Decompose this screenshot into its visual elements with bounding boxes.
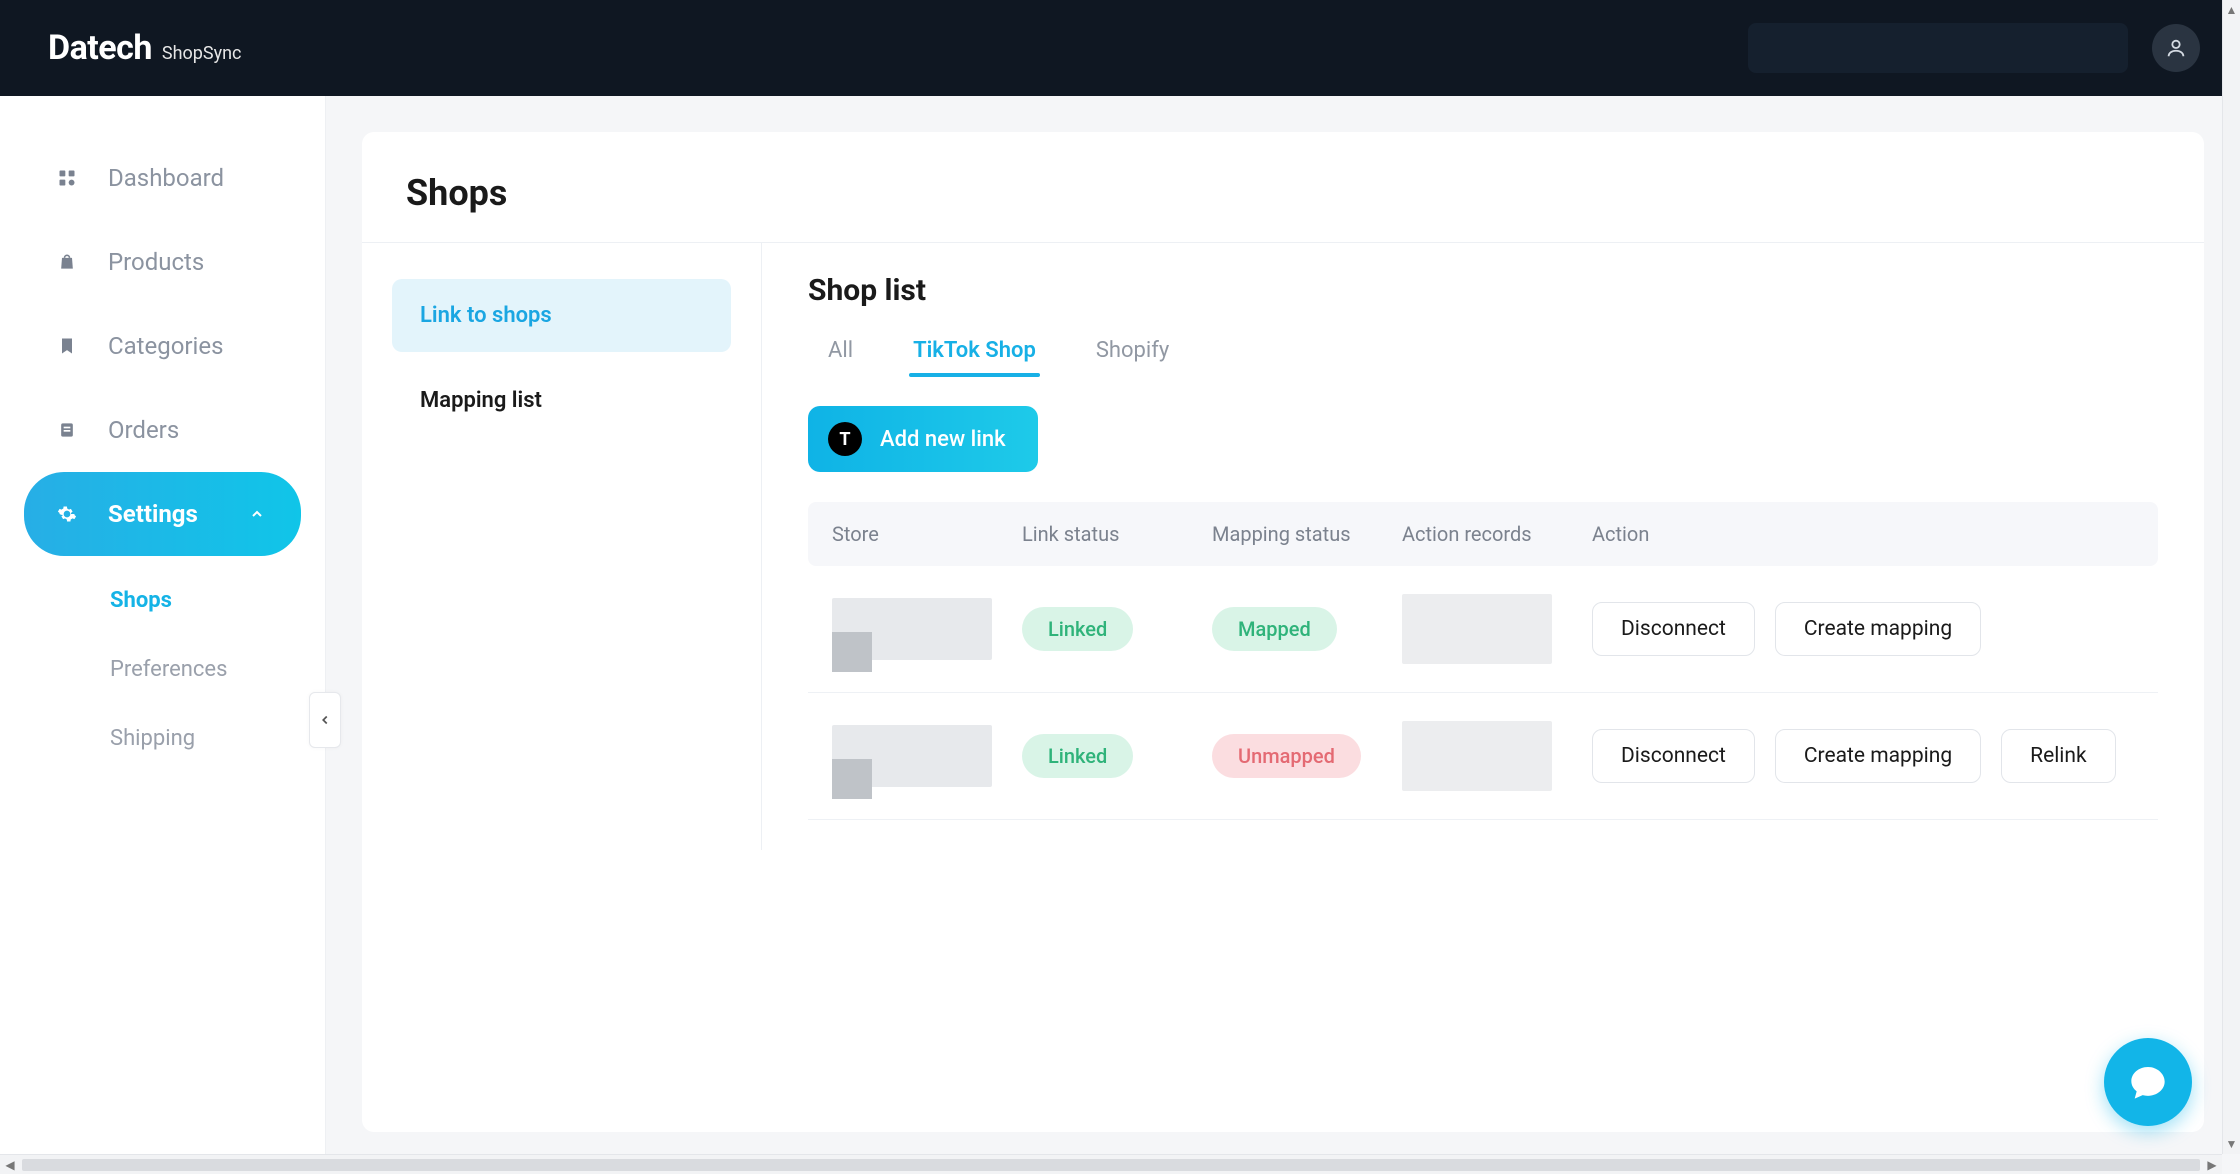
bookmark-icon — [54, 333, 80, 359]
col-header-store: Store — [832, 522, 1022, 546]
chat-icon — [2128, 1062, 2168, 1102]
tab-all[interactable]: All — [828, 338, 853, 377]
cell-link-status: Linked — [1022, 607, 1212, 651]
user-avatar-button[interactable] — [2152, 24, 2200, 72]
subnav-item-shops[interactable]: Shops — [110, 566, 325, 635]
cell-store — [832, 725, 1022, 787]
page-title: Shops — [362, 172, 2204, 243]
left-tab-mapping-list[interactable]: Mapping list — [392, 364, 731, 437]
disconnect-button[interactable]: Disconnect — [1592, 729, 1755, 783]
subnav-item-shipping[interactable]: Shipping — [110, 704, 325, 773]
add-new-link-label: Add new link — [880, 427, 1006, 452]
bag-icon — [54, 249, 80, 275]
add-new-link-button[interactable]: T Add new link — [808, 406, 1038, 472]
cell-link-status: Linked — [1022, 734, 1212, 778]
chat-fab-button[interactable] — [2104, 1038, 2192, 1126]
link-status-badge: Linked — [1022, 607, 1133, 651]
sidebar-item-label: Settings — [108, 500, 198, 528]
user-icon — [2165, 37, 2187, 59]
create-mapping-button[interactable]: Create mapping — [1775, 729, 1981, 783]
chevron-left-icon — [318, 713, 332, 727]
store-thumbnail-redacted — [832, 598, 992, 660]
mapping-status-badge: Mapped — [1212, 607, 1337, 651]
cell-action-records — [1402, 721, 1592, 791]
sidebar-item-categories[interactable]: Categories — [0, 304, 301, 388]
shops-right-panel: Shop list All TikTok Shop Shopify T Add … — [762, 243, 2204, 850]
orders-icon — [54, 417, 80, 443]
shops-card: Shops Link to shops Mapping list Shop li… — [362, 132, 2204, 1132]
scrollbar-track[interactable] — [22, 1159, 2200, 1171]
col-header-link-status: Link status — [1022, 522, 1212, 546]
disconnect-button[interactable]: Disconnect — [1592, 602, 1755, 656]
settings-subnav: Shops Preferences Shipping — [0, 556, 325, 773]
table-row: Linked Mapped Disconnect Create mapping — [808, 566, 2158, 693]
sidebar-collapse-button[interactable] — [309, 692, 341, 748]
cell-actions: Disconnect Create mapping Relink — [1592, 729, 2134, 783]
sidebar-item-label: Products — [108, 248, 204, 276]
subnav-item-preferences[interactable]: Preferences — [110, 635, 325, 704]
brand-main: Datech — [48, 28, 152, 68]
brand: Datech ShopSync — [48, 28, 241, 68]
sidebar-item-orders[interactable]: Orders — [0, 388, 301, 472]
sidebar-item-label: Orders — [108, 416, 179, 444]
left-tab-link-to-shops[interactable]: Link to shops — [392, 279, 731, 352]
col-header-action-records: Action records — [1402, 522, 1592, 546]
sidebar-item-products[interactable]: Products — [0, 220, 301, 304]
horizontal-scrollbar[interactable]: ◀ ▶ — [0, 1154, 2222, 1174]
shop-table: Store Link status Mapping status Action … — [808, 502, 2158, 820]
shop-list-tabs: All TikTok Shop Shopify — [808, 338, 2158, 378]
col-header-mapping-status: Mapping status — [1212, 522, 1402, 546]
section-title: Shop list — [808, 273, 2158, 308]
cell-mapping-status: Unmapped — [1212, 734, 1402, 778]
cell-actions: Disconnect Create mapping — [1592, 602, 2134, 656]
action-records-redacted — [1402, 594, 1552, 664]
scroll-down-icon: ▼ — [2224, 1136, 2240, 1152]
tab-shopify[interactable]: Shopify — [1096, 338, 1170, 377]
link-status-badge: Linked — [1022, 734, 1133, 778]
sidebar-item-label: Dashboard — [108, 164, 224, 192]
scroll-up-icon: ▲ — [2224, 2, 2240, 18]
account-info-redacted — [1748, 23, 2128, 73]
sidebar: Dashboard Products Categories Orders Set — [0, 96, 326, 1154]
gear-icon — [54, 501, 80, 527]
vertical-scrollbar[interactable]: ▲ ▼ — [2222, 0, 2240, 1154]
app-header: Datech ShopSync — [0, 0, 2240, 96]
sidebar-item-label: Categories — [108, 332, 224, 360]
cell-store — [832, 598, 1022, 660]
cell-action-records — [1402, 594, 1592, 664]
shops-left-panel: Link to shops Mapping list — [362, 243, 762, 850]
table-header: Store Link status Mapping status Action … — [808, 502, 2158, 566]
store-thumbnail-redacted — [832, 725, 992, 787]
action-records-redacted — [1402, 721, 1552, 791]
mapping-status-badge: Unmapped — [1212, 734, 1361, 778]
header-right — [1748, 23, 2200, 73]
sidebar-item-settings[interactable]: Settings — [24, 472, 301, 556]
brand-sub: ShopSync — [162, 43, 242, 64]
scroll-right-icon: ▶ — [2204, 1157, 2220, 1173]
col-header-action: Action — [1592, 522, 2134, 546]
tab-tiktok-shop[interactable]: TikTok Shop — [913, 338, 1036, 377]
main-content: Shops Link to shops Mapping list Shop li… — [326, 96, 2240, 1154]
table-row: Linked Unmapped Disconnect Create mappin… — [808, 693, 2158, 820]
chevron-up-icon — [249, 500, 265, 528]
sidebar-item-dashboard[interactable]: Dashboard — [0, 136, 301, 220]
tiktok-badge-icon: T — [828, 422, 862, 456]
grid-icon — [54, 165, 80, 191]
create-mapping-button[interactable]: Create mapping — [1775, 602, 1981, 656]
scroll-left-icon: ◀ — [2, 1157, 18, 1173]
relink-button[interactable]: Relink — [2001, 729, 2116, 783]
cell-mapping-status: Mapped — [1212, 607, 1402, 651]
